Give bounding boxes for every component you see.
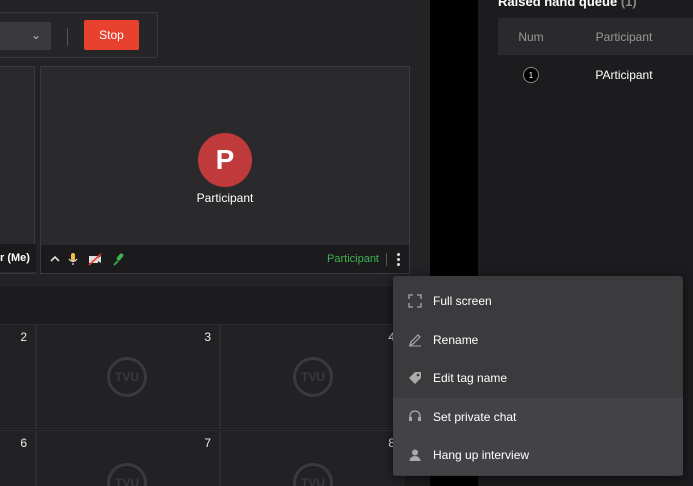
- queue-title-text: Raised hand queue: [498, 0, 618, 9]
- grid-cell[interactable]: 8 TVU: [220, 430, 404, 486]
- queue-title: Raised hand queue (1): [498, 0, 637, 9]
- participant-tag: Participant: [327, 253, 379, 265]
- grid-cell[interactable]: 7 TVU: [36, 430, 220, 486]
- avatar: P: [198, 133, 252, 187]
- tvu-logo-icon: TVU: [107, 463, 147, 486]
- menu-item-label: Edit tag name: [433, 371, 508, 386]
- stop-button[interactable]: Stop: [84, 20, 139, 50]
- menu-item-full-screen[interactable]: Full screen: [393, 282, 683, 321]
- menu-item-rename[interactable]: Rename: [393, 321, 683, 360]
- menu-item-edit-tag-name[interactable]: Edit tag name: [393, 359, 683, 398]
- tvu-logo-icon: TVU: [107, 357, 147, 397]
- row-number: 1: [498, 67, 564, 83]
- row-number-badge: 1: [523, 67, 539, 83]
- headset-icon: [407, 409, 423, 425]
- control-toolbar: ⌄ Stop: [0, 12, 158, 58]
- menu-item-label: Hang up interview: [433, 448, 530, 463]
- microphone-active-icon[interactable]: [111, 251, 127, 267]
- me-label: r (Me): [0, 252, 30, 264]
- chevron-down-icon: ⌄: [30, 28, 41, 42]
- camera-off-icon[interactable]: [87, 251, 103, 267]
- menu-item-set-private-chat[interactable]: Set private chat: [393, 397, 683, 436]
- cell-number: 2: [20, 330, 27, 344]
- header-num: Num: [518, 29, 544, 44]
- menu-item-label: Rename: [433, 332, 479, 347]
- queue-count: (1): [620, 0, 637, 9]
- video-tile-me[interactable]: [0, 66, 35, 274]
- grid-cell[interactable]: 6: [0, 430, 36, 486]
- user-icon: [407, 447, 423, 463]
- participant-grid: 2 3 TVU 4 TVU 6 7 TVU 8 TVU: [0, 314, 430, 486]
- header-participant: Participant: [595, 29, 653, 44]
- menu-item-label: Full screen: [433, 294, 492, 309]
- cell-number: 3: [204, 330, 211, 344]
- grid-cell[interactable]: 4 TVU: [220, 324, 404, 429]
- cell-number: 6: [20, 436, 27, 450]
- grid-cell[interactable]: 2: [0, 324, 36, 429]
- source-select[interactable]: ⌄: [0, 22, 51, 50]
- tile-control-bar: Participant: [41, 245, 409, 273]
- microphone-icon[interactable]: [65, 251, 81, 267]
- cell-number: 7: [204, 436, 211, 450]
- grid-cell[interactable]: 3 TVU: [36, 324, 220, 429]
- video-tile-participant[interactable]: P Participant Participant: [40, 66, 410, 274]
- more-options-icon[interactable]: [391, 248, 405, 270]
- row-participant-name: PArticipant: [595, 68, 653, 82]
- tvu-logo-icon: TVU: [293, 463, 333, 486]
- tag-icon: [407, 370, 423, 386]
- pencil-icon: [407, 332, 423, 348]
- queue-row[interactable]: 1 PArticipant: [498, 60, 693, 90]
- main-stage: ⌄ Stop r (Me) P Participant Participant: [0, 0, 430, 287]
- queue-table-header: Num Participant: [498, 18, 693, 55]
- context-menu: Full screen Rename Edit tag name Set pri…: [393, 276, 683, 476]
- fullscreen-icon: [407, 293, 423, 309]
- toolbar-divider: [67, 28, 68, 46]
- tvu-logo-icon: TVU: [293, 357, 333, 397]
- participant-name: Participant: [196, 191, 254, 205]
- menu-item-label: Set private chat: [433, 409, 517, 424]
- tag-divider: [386, 253, 387, 266]
- video-panel: ⌄ Stop r (Me) P Participant Participant …: [0, 0, 430, 486]
- menu-item-hang-up-interview[interactable]: Hang up interview: [393, 436, 683, 475]
- chevron-up-icon[interactable]: [47, 251, 63, 267]
